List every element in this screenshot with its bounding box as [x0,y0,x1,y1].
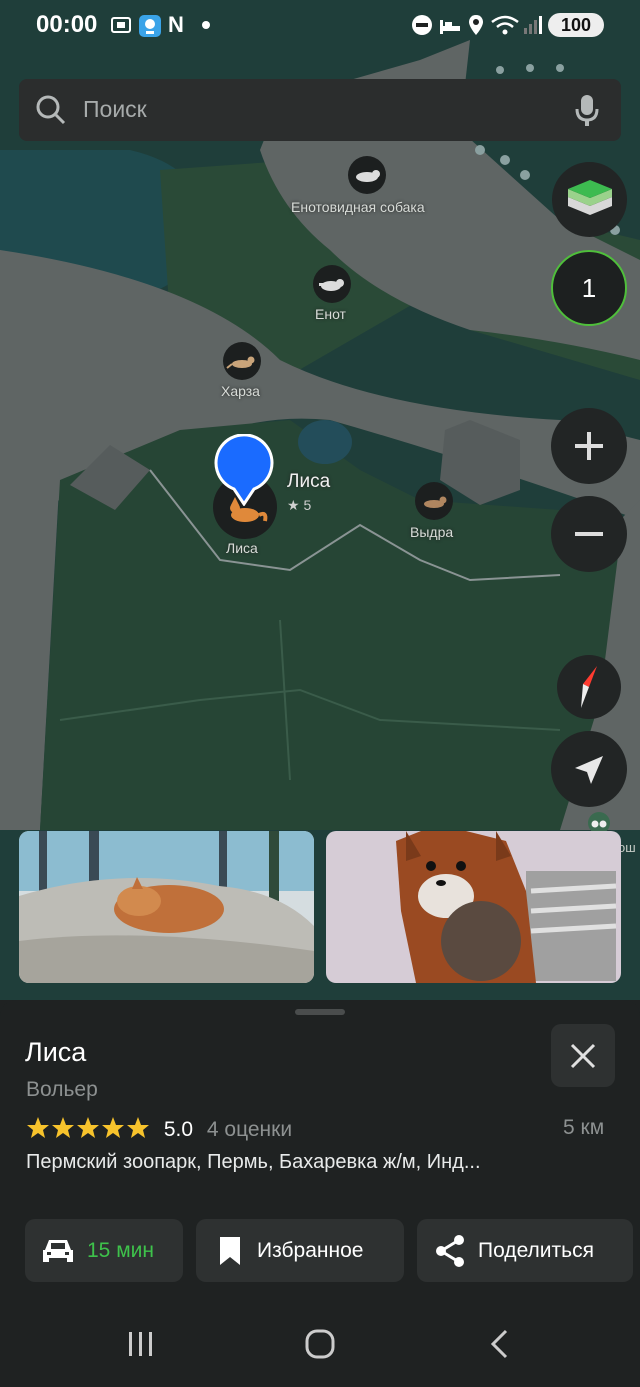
recent-apps-icon[interactable] [127,1330,155,1358]
search-bar[interactable]: Поиск [19,79,621,141]
marker-otter[interactable] [415,482,453,520]
rating-row: 5.0 4 оценки [26,1116,292,1142]
selected-rating: ★ 5 [287,497,311,514]
status-bar: 00:00 N 100 [0,0,640,50]
car-icon [43,1240,73,1262]
star-icon: ★ [287,497,300,513]
layers-icon [568,180,612,215]
microphone-icon[interactable] [574,93,600,127]
screenshot-icon [111,17,131,33]
fox-portrait-photo [326,831,621,983]
location-icon [469,15,483,35]
photo-2[interactable] [326,831,621,983]
dnd-icon [412,15,432,35]
signal-icon [524,16,542,34]
my-location-button[interactable] [551,731,627,807]
label-otter: Выдра [410,524,454,540]
selected-rating-value: 5 [303,497,312,513]
favorite-button[interactable]: Избранное [196,1219,404,1282]
compass-button[interactable] [557,655,621,719]
otter-icon [424,496,447,508]
plus-icon [575,432,603,460]
wifi-icon [491,15,519,35]
selected-pin [214,434,274,506]
place-category: Вольер [26,1078,98,1101]
photo-1[interactable] [19,831,314,983]
partial-label: ош [618,840,636,854]
dot-icon [202,21,210,29]
battery-indicator: 100 [548,13,604,37]
zoom-in-button[interactable] [551,408,627,484]
bookmark-icon [220,1237,240,1265]
rating-value: 5.0 [163,1118,194,1141]
label-raccoon-dog: Енотовидная собака [291,199,425,215]
minus-icon [575,532,603,536]
search-placeholder: Поиск [83,96,147,122]
marker-raccoon[interactable] [313,265,351,303]
sleeping-fox-photo [19,831,314,983]
clock: 00:00 [36,11,98,38]
selected-title: Лиса [287,471,331,492]
share-label: Поделиться [478,1239,594,1262]
marker-kharza[interactable] [223,342,261,380]
raccoon-icon [319,279,344,291]
back-icon[interactable] [488,1328,510,1360]
notification-letter: N [168,12,184,37]
close-button[interactable] [551,1024,615,1087]
label-fox: Лиса [226,540,258,556]
distance: 5 км [563,1116,605,1139]
place-title: Лиса [25,1037,87,1067]
count-badge-label: 1 [581,273,597,303]
navigation-arrow-icon [575,756,603,784]
share-button[interactable]: Поделиться [417,1219,633,1282]
close-icon [570,1043,596,1069]
marten-icon [226,356,255,369]
reviews-count[interactable]: 4 оценки [207,1118,292,1141]
share-icon [436,1235,464,1267]
label-raccoon: Енот [315,306,346,322]
home-icon[interactable] [304,1328,336,1360]
raccoon-dog-icon [356,170,380,182]
compass-icon [581,666,597,708]
maps-app-icon [139,15,161,37]
search-icon [36,95,66,125]
route-button[interactable]: 15 мин [25,1219,183,1282]
label-kharza: Харза [221,383,260,399]
route-time: 15 мин [87,1239,154,1262]
zoom-out-button[interactable] [551,496,627,572]
bed-icon [440,20,460,34]
address: Пермский зоопарк, Пермь, Бахаревка ж/м, … [26,1151,481,1173]
system-navbar [0,1300,640,1387]
favorite-label: Избранное [257,1239,364,1262]
sheet-handle[interactable] [295,1009,345,1015]
rating-stars-icon [27,1117,149,1138]
map-layers-button[interactable] [552,162,627,237]
marker-raccoon-dog[interactable] [348,156,386,194]
count-badge-button[interactable]: 1 [551,250,627,326]
